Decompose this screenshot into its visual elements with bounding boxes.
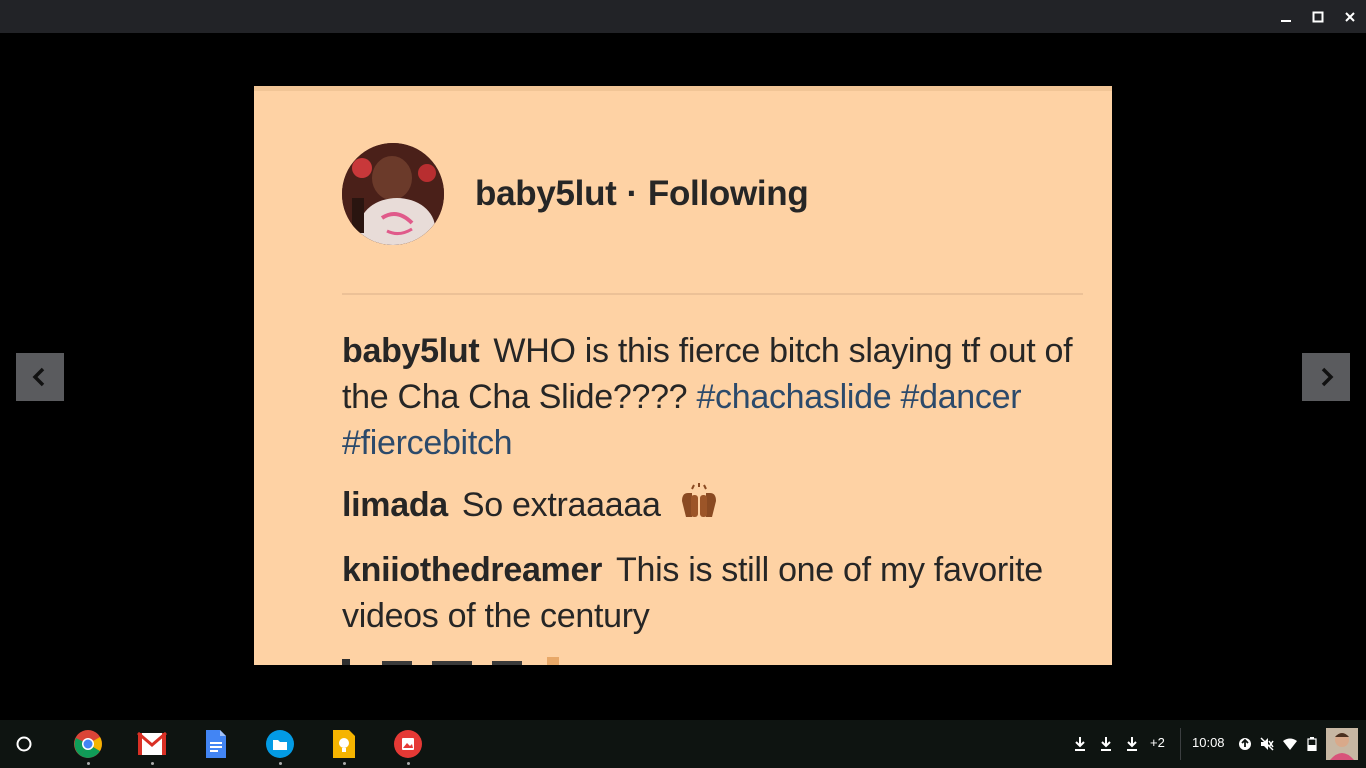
comment-username[interactable]: baby5lut [342,332,480,370]
launcher-icon[interactable] [8,728,40,760]
running-indicator [151,762,154,765]
tray-separator [1180,728,1181,760]
comment-username[interactable]: kniiothedreamer [342,551,602,589]
keep-icon[interactable] [328,728,360,760]
running-indicator [343,762,346,765]
wifi-icon[interactable] [1283,732,1297,756]
running-indicator [407,762,410,765]
running-indicator [279,762,282,765]
avatar[interactable] [1326,728,1358,760]
download-icon[interactable] [1099,732,1113,756]
cutoff-comment [342,656,642,665]
gallery-icon[interactable] [392,728,424,760]
list-item: limada So extraaaaa [342,482,1102,531]
clock[interactable]: 10:08 [1192,735,1225,750]
screenshot-image: baby5lut · Following baby5lut WHO is this f… [254,86,1112,665]
raising-hands-emoji [678,483,720,531]
next-button[interactable] [1302,353,1350,401]
update-icon[interactable] [1238,732,1252,756]
caption-comment: baby5lut WHO is this fierce bitch slaying… [342,328,1102,466]
running-indicator [87,762,90,765]
hashtag[interactable]: #dancer [900,378,1021,416]
close-icon[interactable] [1339,6,1361,28]
chrome-icon[interactable] [72,728,104,760]
follow-status[interactable]: Following [648,174,809,213]
notifications-more-count[interactable]: +2 [1150,735,1165,750]
gmail-icon[interactable] [136,728,168,760]
window-titlebar [0,0,1366,33]
files-icon[interactable] [264,728,296,760]
comments-list: baby5lut WHO is this fierce bitch slaying… [342,328,1102,655]
minimize-icon[interactable] [1275,6,1297,28]
previous-button[interactable] [16,353,64,401]
battery-icon[interactable] [1307,732,1317,756]
list-item: kniiothedreamer This is still one of my f… [342,547,1102,639]
hashtag[interactable]: #fiercebitch [342,424,513,462]
chevron-right-icon [1321,367,1334,387]
volume-muted-icon[interactable] [1260,732,1274,756]
download-icon[interactable] [1125,732,1139,756]
post-username[interactable]: baby5lut [475,174,617,213]
image-top-border [254,86,1112,91]
comment-text: So extraaaaa [461,486,661,524]
header-separator: · [626,174,639,213]
hashtag[interactable]: #chachaslide [696,378,891,416]
docs-icon[interactable] [200,728,232,760]
post-header: baby5lut · Following [475,174,809,214]
download-icon[interactable] [1073,732,1087,756]
comment-username[interactable]: limada [342,486,448,524]
maximize-icon[interactable] [1307,6,1329,28]
avatar [342,143,444,245]
chevron-left-icon [32,367,45,387]
header-divider [342,293,1083,295]
